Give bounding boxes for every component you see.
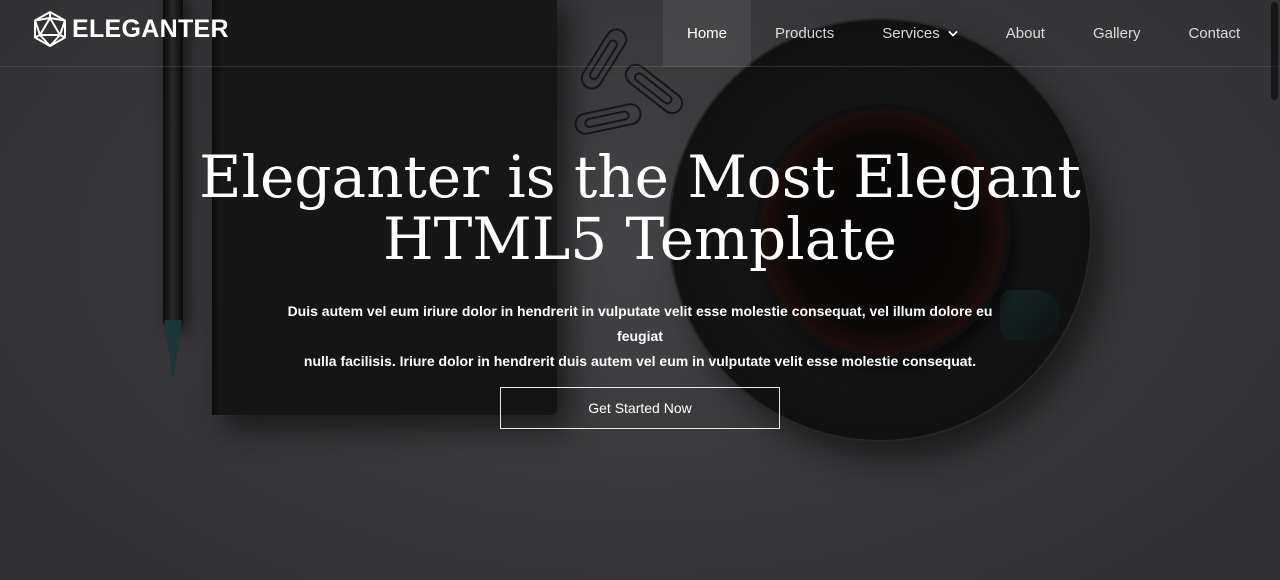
hero-description-line: Duis autem vel eum iriure dolor in hendr… bbox=[287, 303, 993, 344]
chevron-down-icon bbox=[948, 30, 958, 36]
hero-title-line: Eleganter is the Most Elegant bbox=[199, 143, 1081, 211]
hero-title: Eleganter is the Most Elegant HTML5 Temp… bbox=[140, 146, 1140, 270]
nav-item-label: Products bbox=[775, 25, 835, 42]
nav-item-products[interactable]: Products bbox=[751, 0, 858, 67]
nav-item-label: About bbox=[1005, 25, 1045, 42]
nav-item-label: Home bbox=[687, 25, 728, 42]
nav-item-contact[interactable]: Contact bbox=[1164, 0, 1264, 67]
scrollbar-thumb[interactable] bbox=[1271, 2, 1278, 100]
nav-item-label: Contact bbox=[1188, 25, 1241, 42]
hero-title-line: HTML5 Template bbox=[383, 205, 897, 273]
nav-item-label: Services bbox=[882, 25, 940, 42]
hero-description-line: nulla facilisis. Iriure dolor in hendrer… bbox=[303, 353, 977, 369]
nav-item-services[interactable]: Services bbox=[858, 0, 982, 67]
get-started-button[interactable]: Get Started Now bbox=[500, 387, 780, 429]
site-header: ELEGANTER Home Products Services About G… bbox=[0, 0, 1280, 67]
hero-overlay bbox=[0, 0, 1280, 580]
hero-description: Duis autem vel eum iriure dolor in hendr… bbox=[270, 299, 1010, 374]
nav-item-label: Gallery bbox=[1092, 25, 1141, 42]
main-navigation: Home Products Services About Gallery Con… bbox=[663, 0, 1264, 67]
nav-item-gallery[interactable]: Gallery bbox=[1069, 0, 1165, 67]
polyhedron-logo-icon bbox=[34, 11, 66, 47]
nav-item-home[interactable]: Home bbox=[663, 0, 752, 67]
brand-name: ELEGANTER bbox=[72, 14, 229, 43]
brand-logo[interactable]: ELEGANTER bbox=[32, 10, 229, 48]
nav-item-about[interactable]: About bbox=[982, 0, 1069, 67]
